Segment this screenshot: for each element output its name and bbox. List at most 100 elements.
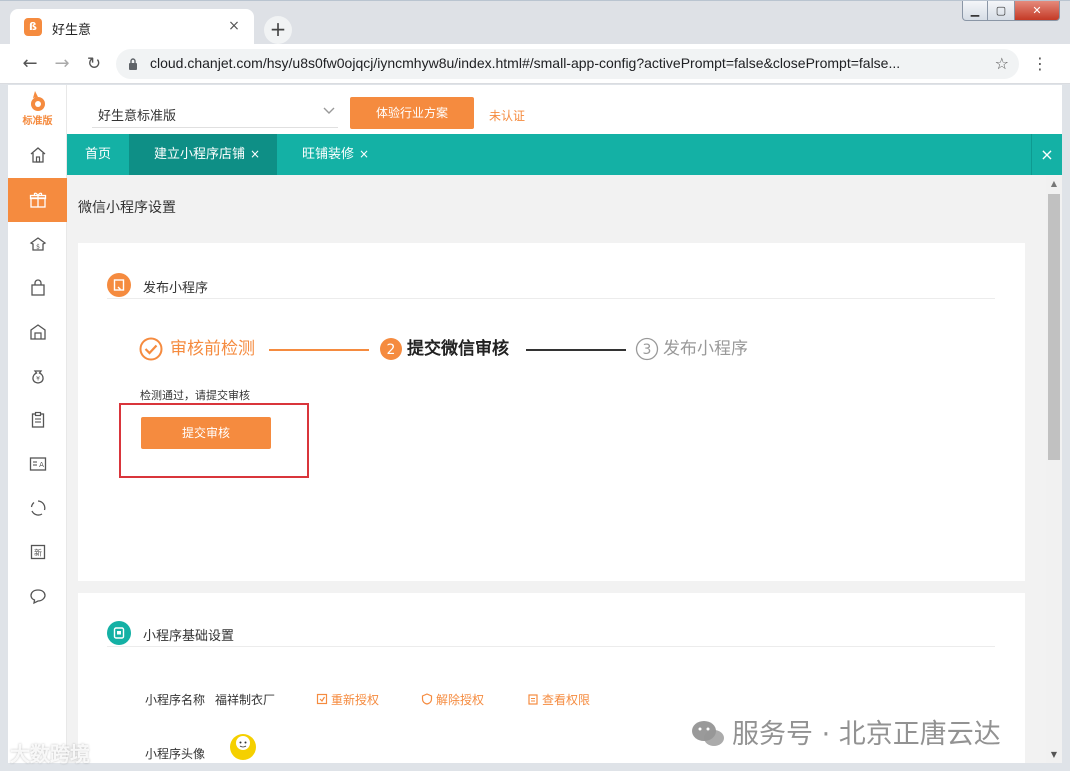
chevron-down-icon bbox=[323, 107, 335, 114]
view-permissions-link[interactable]: 查看权限 bbox=[527, 691, 590, 708]
tab-store-decoration[interactable]: 旺铺装修 × bbox=[277, 134, 392, 175]
home-icon bbox=[30, 147, 45, 163]
browser-tab[interactable]: ß 好生意 × bbox=[10, 9, 254, 45]
sidebar-item-bag[interactable] bbox=[8, 266, 67, 310]
sidebar: 标准版 $ ¥ A 新 bbox=[8, 85, 67, 763]
link-label: 重新授权 bbox=[331, 693, 380, 707]
lock-icon bbox=[129, 58, 137, 70]
reload-icon[interactable]: ↻ bbox=[82, 52, 106, 76]
sidebar-item-gift[interactable] bbox=[8, 178, 67, 222]
app-topbar: 好生意标准版 体验行业方案 未认证 bbox=[67, 85, 1062, 134]
new-tab-button[interactable]: + bbox=[264, 16, 292, 44]
step-number-badge: 3 bbox=[635, 337, 659, 361]
edition-label: 标准版 bbox=[22, 116, 53, 127]
mini-program-name-row: 小程序名称 福祥制衣厂 bbox=[145, 691, 275, 708]
browser-toolbar: ← → ↻ cloud.chanjet.com/hsy/u8s0fw0ojqcj… bbox=[0, 44, 1070, 84]
publish-section-title: 发布小程序 bbox=[143, 281, 209, 296]
basic-settings-icon bbox=[107, 621, 131, 645]
browser-tab-close-icon[interactable]: × bbox=[224, 16, 244, 36]
publish-section-header: 发布小程序 bbox=[107, 273, 995, 299]
url-text[interactable]: cloud.chanjet.com/hsy/u8s0fw0ojqcj/iyncm… bbox=[150, 55, 970, 71]
scrollbar-thumb[interactable] bbox=[1048, 194, 1060, 460]
sidebar-item-finance[interactable]: ¥ bbox=[8, 354, 67, 398]
step-number-badge: 2 bbox=[380, 338, 402, 360]
sidebar-item-store[interactable]: $ bbox=[8, 222, 67, 266]
basic-settings-header: 小程序基础设置 bbox=[107, 607, 995, 647]
gift-icon bbox=[29, 192, 46, 208]
shop-selector[interactable]: 好生意标准版 bbox=[92, 98, 338, 128]
tab-home[interactable]: 首页 bbox=[67, 134, 129, 175]
highlight-box bbox=[119, 403, 309, 478]
sidebar-item-sync[interactable] bbox=[8, 486, 67, 530]
main-content: 微信小程序设置 发布小程序 审核前检测 2 提交微信审核 3 发布小程序 检测通… bbox=[67, 175, 1062, 763]
tab-close-icon[interactable]: × bbox=[250, 147, 260, 161]
tab-label: 首页 bbox=[84, 147, 111, 162]
reauthorize-link[interactable]: 重新授权 bbox=[316, 691, 379, 708]
app-favicon-icon: ß bbox=[24, 18, 42, 36]
watermark-left: 大数跨境 bbox=[10, 742, 90, 766]
watermark-text: 服务号 · 北京正唐云达 bbox=[732, 719, 1001, 750]
forward-arrow-icon[interactable]: → bbox=[50, 52, 74, 76]
publish-card: 发布小程序 审核前检测 2 提交微信审核 3 发布小程序 检测通过，请提交审核 … bbox=[78, 243, 1025, 581]
page-title: 微信小程序设置 bbox=[78, 200, 176, 216]
link-label: 查看权限 bbox=[542, 693, 591, 707]
revoke-authorization-link[interactable]: 解除授权 bbox=[421, 691, 484, 708]
step-connector bbox=[526, 349, 626, 351]
tab-create-mini-program-store[interactable]: 建立小程序店铺 × bbox=[129, 134, 277, 175]
browser-tab-title: 好生意 bbox=[52, 23, 92, 38]
svg-text:3: 3 bbox=[643, 342, 652, 358]
window-maximize-button[interactable]: ▢ bbox=[987, 1, 1015, 21]
logo-icon bbox=[30, 91, 45, 111]
chat-bubble-icon bbox=[29, 589, 46, 605]
sidebar-item-warehouse[interactable] bbox=[8, 310, 67, 354]
svg-text:$: $ bbox=[36, 244, 40, 251]
warehouse-icon bbox=[29, 324, 46, 340]
bookmark-star-icon[interactable]: ☆ bbox=[995, 54, 1009, 73]
svg-text:2: 2 bbox=[387, 342, 396, 358]
watermark-right: 服务号 · 北京正唐云达 bbox=[690, 712, 1001, 750]
store-icon: $ bbox=[29, 237, 46, 251]
sidebar-item-news[interactable]: 新 bbox=[8, 530, 67, 574]
step-label: 提交微信审核 bbox=[407, 339, 509, 359]
svg-text:新: 新 bbox=[34, 548, 42, 558]
sync-cycle-icon bbox=[30, 500, 45, 516]
report-icon: A bbox=[29, 457, 46, 471]
check-circle-icon bbox=[139, 337, 163, 361]
address-bar[interactable]: cloud.chanjet.com/hsy/u8s0fw0ojqcj/iyncm… bbox=[116, 49, 1019, 79]
mini-program-avatar[interactable] bbox=[221, 725, 261, 763]
reauthorize-icon bbox=[316, 693, 328, 705]
close-all-tabs-icon[interactable]: × bbox=[1031, 134, 1062, 175]
news-icon: 新 bbox=[30, 544, 45, 560]
name-value: 福祥制衣厂 bbox=[215, 693, 276, 707]
publish-section-icon bbox=[107, 273, 131, 297]
sidebar-item-report[interactable]: A bbox=[8, 442, 67, 486]
link-label: 解除授权 bbox=[436, 693, 485, 707]
scroll-down-icon[interactable]: ▼ bbox=[1046, 747, 1062, 763]
shop-name: 好生意标准版 bbox=[98, 109, 177, 124]
check-result-message: 检测通过，请提交审核 bbox=[140, 389, 250, 402]
step-label: 审核前检测 bbox=[170, 339, 255, 359]
step-label: 发布小程序 bbox=[663, 339, 748, 359]
window-minimize-button[interactable]: ▁ bbox=[962, 1, 988, 21]
avatar-label: 小程序头像 bbox=[145, 747, 206, 761]
basic-settings-title: 小程序基础设置 bbox=[143, 629, 235, 644]
tab-close-icon[interactable]: × bbox=[359, 147, 369, 161]
step-connector bbox=[269, 349, 369, 351]
trial-industry-button[interactable]: 体验行业方案 bbox=[350, 97, 474, 129]
sidebar-item-chat[interactable] bbox=[8, 574, 67, 618]
sidebar-item-home[interactable] bbox=[8, 133, 67, 177]
scroll-up-icon[interactable]: ▲ bbox=[1046, 176, 1062, 192]
clipboard-icon bbox=[528, 694, 538, 705]
money-bag-icon: ¥ bbox=[31, 370, 44, 384]
app-logo[interactable]: 标准版 bbox=[8, 85, 67, 133]
certification-status-link[interactable]: 未认证 bbox=[489, 107, 525, 124]
shopping-bag-icon bbox=[30, 279, 45, 296]
browser-menu-icon[interactable]: ⋮ bbox=[1032, 53, 1048, 75]
back-arrow-icon[interactable]: ← bbox=[18, 52, 42, 76]
browser-tabbar: ß 好生意 × + ▁ ▢ ✕ bbox=[0, 0, 1070, 45]
sidebar-item-clipboard[interactable] bbox=[8, 398, 67, 442]
clipboard-icon bbox=[31, 411, 44, 428]
vertical-scrollbar[interactable]: ▲ ▼ bbox=[1046, 176, 1062, 763]
window-close-button[interactable]: ✕ bbox=[1014, 1, 1060, 21]
page-tabstrip: 首页 建立小程序店铺 × 旺铺装修 × × bbox=[67, 134, 1062, 175]
